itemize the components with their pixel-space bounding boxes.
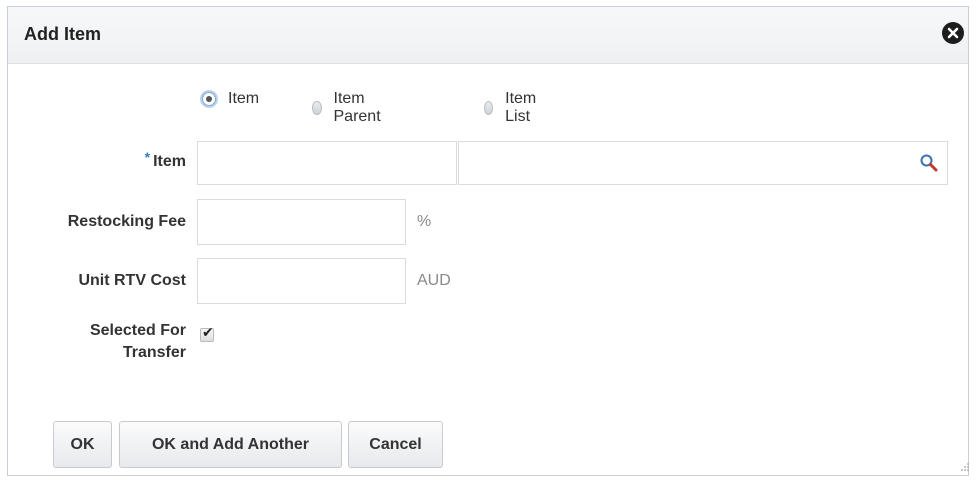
item-label: Item <box>153 153 186 170</box>
cancel-button[interactable]: Cancel <box>348 421 443 468</box>
close-icon[interactable] <box>942 22 964 44</box>
checkmark-icon: ✔ <box>202 324 214 340</box>
ok-button[interactable]: OK <box>53 421 112 468</box>
search-icon[interactable] <box>919 153 939 178</box>
radio-item-indicator[interactable] <box>202 92 216 106</box>
unit-rtv-cost-field[interactable] <box>197 258 406 304</box>
add-item-dialog: Add Item <box>7 6 969 476</box>
item-description-field[interactable] <box>458 141 948 185</box>
unit-rtv-cost-unit: AUD <box>417 272 451 289</box>
radio-item-label: Item <box>228 90 260 107</box>
selected-for-transfer-checkbox[interactable]: ✔ <box>200 324 214 342</box>
selected-for-transfer-label-line1: Selected For <box>89 322 186 339</box>
dialog-titlebar: Add Item <box>8 7 968 64</box>
radio-item-parent-indicator[interactable] <box>312 101 322 115</box>
dialog-title: Add Item <box>24 24 102 44</box>
unit-rtv-cost-label: Unit RTV Cost <box>78 272 186 289</box>
item-label-wrap: * Item <box>100 149 186 171</box>
required-marker: * <box>144 149 151 165</box>
resize-grip-icon[interactable] <box>960 459 970 477</box>
radio-item-parent[interactable]: Item Parent <box>312 90 385 126</box>
radio-item-list-label: Item List <box>505 90 537 125</box>
item-field[interactable] <box>197 141 457 185</box>
selected-for-transfer-label: Selected For Transfer <box>20 320 186 364</box>
restocking-fee-field[interactable] <box>197 199 406 245</box>
restocking-fee-unit: % <box>417 213 432 230</box>
radio-item-parent-label: Item Parent <box>333 90 381 125</box>
radio-item-list-indicator[interactable] <box>484 101 494 115</box>
restocking-fee-label: Restocking Fee <box>67 213 186 230</box>
selected-for-transfer-label-line2: Transfer <box>122 344 186 361</box>
ok-and-add-another-button[interactable]: OK and Add Another <box>119 421 342 468</box>
radio-item[interactable]: Item <box>202 90 259 108</box>
radio-item-list[interactable]: Item List <box>484 90 541 126</box>
